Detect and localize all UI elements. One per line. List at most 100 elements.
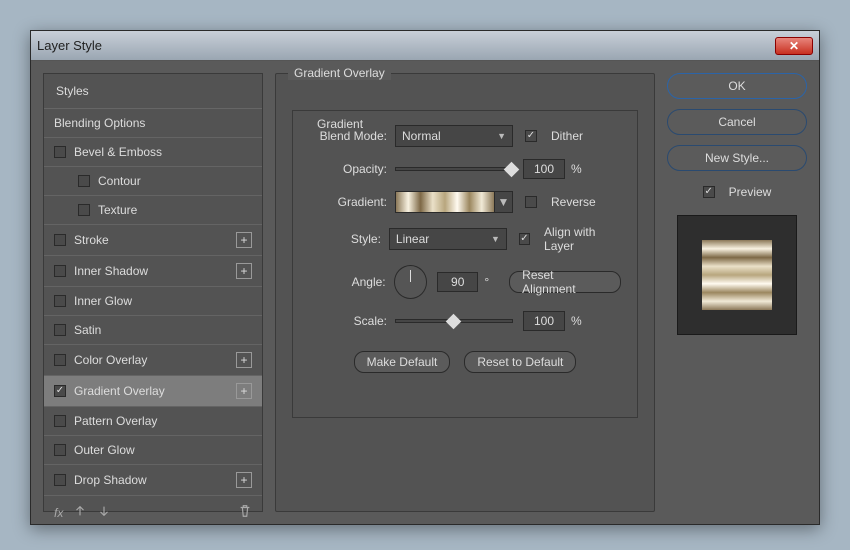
cancel-button[interactable]: Cancel [667, 109, 807, 135]
style-select[interactable]: Linear ▼ [389, 228, 507, 250]
styles-list: Blending Options Bevel & Emboss Contour Tex… [44, 109, 262, 496]
gradient-row: Gradient: ▼ Reverse [309, 191, 621, 213]
gradient-swatch[interactable] [395, 191, 495, 213]
style-item-stroke[interactable]: Stroke+ [44, 225, 262, 256]
style-item-gradient-overlay[interactable]: Gradient Overlay + [44, 376, 262, 407]
style-item-checkbox[interactable] [54, 265, 66, 277]
slider-thumb[interactable] [446, 314, 462, 330]
settings-panel: Gradient Overlay Gradient Blend Mode: No… [275, 73, 655, 512]
style-item-label: Inner Shadow [74, 264, 148, 278]
add-effect-icon[interactable]: + [236, 232, 252, 248]
preview-checkbox[interactable]: Preview [667, 185, 807, 199]
style-item-checkbox[interactable] [78, 204, 90, 216]
style-item-label: Contour [98, 174, 141, 188]
dialog-body: Styles Blending Options Bevel & Emboss Con… [31, 61, 819, 524]
angle-dial[interactable] [394, 265, 427, 299]
styles-footer: fx [44, 496, 262, 529]
style-item-bevel-emboss[interactable]: Bevel & Emboss [44, 138, 262, 167]
angle-row: Angle: 90 ° Reset Alignment [309, 265, 621, 299]
defaults-row: Make Default Reset to Default [309, 351, 621, 373]
scale-unit: % [571, 314, 582, 328]
opacity-row: Opacity: 100 % [309, 159, 621, 179]
close-button[interactable]: ✕ [775, 37, 813, 55]
style-item-label: Pattern Overlay [74, 414, 157, 428]
slider-thumb[interactable] [504, 162, 520, 178]
align-check-icon [519, 233, 530, 245]
chevron-down-icon: ▼ [497, 131, 506, 141]
arrow-down-icon[interactable] [97, 504, 111, 521]
reset-alignment-button[interactable]: Reset Alignment [509, 271, 621, 293]
style-row: Style: Linear ▼ Align with Layer [309, 225, 621, 253]
fx-icon[interactable]: fx [54, 506, 63, 520]
titlebar[interactable]: Layer Style ✕ [31, 31, 819, 61]
angle-label: Angle: [309, 275, 386, 289]
gradient-label: Gradient: [309, 195, 387, 209]
style-item-checkbox[interactable] [78, 175, 90, 187]
preview-check-icon [703, 186, 715, 198]
align-label: Align with Layer [544, 225, 621, 253]
add-effect-icon[interactable]: + [236, 472, 252, 488]
gradient-picker-dropdown[interactable]: ▼ [495, 191, 513, 213]
layer-style-dialog: Layer Style ✕ Styles Blending Options Bev… [30, 30, 820, 525]
style-item-pattern-overlay[interactable]: Pattern Overlay [44, 407, 262, 436]
add-effect-icon[interactable]: + [236, 383, 252, 399]
style-item-inner-glow[interactable]: Inner Glow [44, 287, 262, 316]
dither-checkbox[interactable]: Dither [525, 129, 583, 143]
scale-input[interactable]: 100 [523, 311, 565, 331]
style-item-texture[interactable]: Texture [44, 196, 262, 225]
blend-mode-value: Normal [402, 129, 441, 143]
style-value: Linear [396, 232, 429, 246]
style-item-label: Texture [98, 203, 137, 217]
angle-unit: ° [484, 275, 489, 289]
style-item-checkbox[interactable] [54, 295, 66, 307]
preview-gradient [702, 240, 772, 310]
style-item-blending-options[interactable]: Blending Options [44, 109, 262, 138]
style-item-color-overlay[interactable]: Color Overlay + [44, 345, 262, 376]
align-checkbox[interactable]: Align with Layer [519, 225, 621, 253]
new-style-button[interactable]: New Style... [667, 145, 807, 171]
style-item-label: Inner Glow [74, 294, 132, 308]
angle-input[interactable]: 90 [437, 272, 478, 292]
opacity-slider[interactable] [395, 167, 513, 171]
arrow-up-icon[interactable] [73, 504, 87, 521]
reverse-checkbox[interactable]: Reverse [525, 195, 596, 209]
style-item-label: Bevel & Emboss [74, 145, 162, 159]
reset-to-default-button[interactable]: Reset to Default [464, 351, 576, 373]
style-item-inner-shadow[interactable]: Inner Shadow + [44, 256, 262, 287]
style-item-checkbox[interactable] [54, 146, 66, 158]
style-item-checkbox[interactable] [54, 234, 66, 246]
style-item-satin[interactable]: Satin [44, 316, 262, 345]
dither-label: Dither [551, 129, 583, 143]
blend-mode-select[interactable]: Normal ▼ [395, 125, 513, 147]
style-item-checkbox[interactable] [54, 444, 66, 456]
reverse-check-icon [525, 196, 537, 208]
style-item-checkbox[interactable] [54, 324, 66, 336]
scale-slider[interactable] [395, 319, 513, 323]
trash-icon[interactable] [238, 504, 252, 521]
style-item-drop-shadow[interactable]: Drop Shadow+ [44, 465, 262, 496]
styles-header[interactable]: Styles [44, 74, 262, 109]
style-item-checkbox[interactable] [54, 354, 66, 366]
add-effect-icon[interactable]: + [236, 263, 252, 279]
make-default-button[interactable]: Make Default [354, 351, 451, 373]
opacity-label: Opacity: [309, 162, 387, 176]
opacity-unit: % [571, 162, 582, 176]
group-title: Gradient Overlay [288, 66, 391, 80]
style-item-contour[interactable]: Contour [44, 167, 262, 196]
dither-check-icon [525, 130, 537, 142]
ok-button[interactable]: OK [667, 73, 807, 99]
style-item-checkbox[interactable] [54, 474, 66, 486]
preview-label: Preview [729, 185, 772, 199]
chevron-down-icon: ▼ [498, 195, 510, 209]
blend-mode-label: Blend Mode: [309, 129, 387, 143]
scale-row: Scale: 100 % [309, 311, 621, 331]
style-item-label: Gradient Overlay [74, 384, 165, 398]
style-item-checkbox[interactable] [54, 415, 66, 427]
style-item-label: Color Overlay [74, 353, 147, 367]
add-effect-icon[interactable]: + [236, 352, 252, 368]
window-title: Layer Style [37, 38, 102, 53]
style-item-outer-glow[interactable]: Outer Glow [44, 436, 262, 465]
gradient-subtitle: Gradient [317, 117, 363, 131]
opacity-input[interactable]: 100 [523, 159, 565, 179]
style-item-checkbox[interactable] [54, 385, 66, 397]
